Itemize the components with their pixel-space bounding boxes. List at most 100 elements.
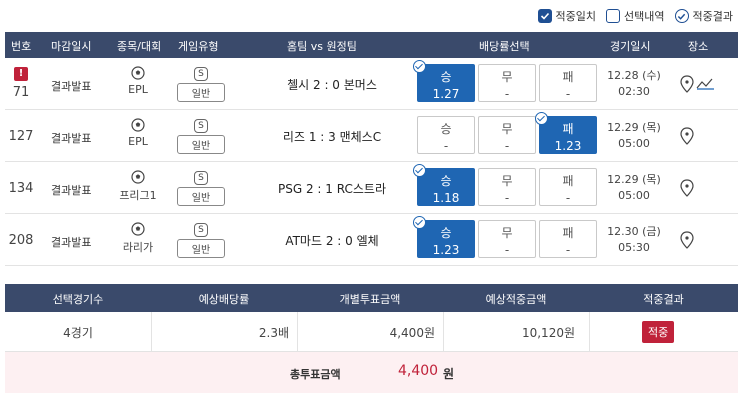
summary-header-bet: 개별투표금액: [339, 293, 401, 306]
match-datetime: 12.29 (목) 05:00: [601, 120, 667, 152]
total-bet-row: 총투표금액 4,400 원: [5, 352, 738, 393]
summary-header: 선택경기수 예상배당률 개별투표금액 예상적중금액 적중결과: [5, 284, 738, 312]
total-bet-amount: 4,400: [398, 363, 439, 379]
match-score: 리즈 1 : 3 맨체스C: [282, 130, 382, 144]
legend-hit-match[interactable]: 적중일치: [537, 8, 597, 24]
match-datetime: 12.30 (금) 05:30: [601, 224, 667, 256]
table-row: 134 결과발표 프리그1 S 일반 PSG 2 : 1 RC스트라 승 1.18…: [5, 162, 738, 214]
legend-label: 적중일치: [555, 10, 597, 23]
match-time: 05:30: [618, 241, 650, 254]
deadline-status: 결과발표: [51, 132, 92, 145]
header-game-type: 게임유형: [178, 40, 219, 53]
sport-league: 프리그1: [117, 170, 159, 203]
soccer-ball-icon: [131, 66, 145, 80]
checkbox-empty-icon[interactable]: [606, 9, 621, 23]
location-pin-icon[interactable]: [679, 178, 697, 198]
soccer-ball-icon: [131, 222, 145, 236]
table-row: 208 결과발표 라리가 S 일반 AT마드 2 : 0 엘체 승 1.23 무-…: [5, 214, 738, 266]
total-bet-unit: 원: [443, 367, 455, 381]
summary-count: 4경기: [63, 326, 93, 340]
header-place: 장소: [688, 40, 709, 53]
s-badge-icon: S: [194, 223, 208, 237]
summary-header-expected: 예상적중금액: [485, 293, 547, 306]
legend-selection[interactable]: 선택내역: [606, 8, 665, 24]
s-badge-icon: S: [194, 119, 208, 133]
place-cell: [679, 230, 697, 253]
game-type-badge: 일반: [177, 135, 225, 154]
alert-icon: !: [14, 67, 28, 81]
game-type-badge: 일반: [177, 83, 225, 102]
match-date: 12.30 (금): [607, 225, 661, 238]
odd-lose-button[interactable]: 패-: [539, 220, 597, 258]
game-type: S 일반: [177, 66, 225, 102]
odd-win-button[interactable]: 승 1.18: [413, 164, 475, 206]
soccer-ball-icon: [131, 118, 145, 132]
odd-win-button[interactable]: 승-: [417, 116, 475, 154]
summary-header-odds: 예상배당률: [198, 293, 250, 306]
checkbox-checked-icon[interactable]: [537, 9, 552, 23]
place-cell: [679, 126, 697, 149]
place-cell: [679, 74, 719, 97]
place-cell: [679, 178, 697, 201]
total-bet-label: 총투표금액: [290, 368, 341, 381]
game-type: S 일반: [177, 222, 225, 258]
header-odds: 배당률선택: [479, 40, 530, 53]
odd-draw-button[interactable]: 무-: [478, 116, 536, 154]
league-name: 프리그1: [119, 189, 157, 202]
league-name: 라리가: [122, 241, 154, 254]
summary-expected: 10,120원: [521, 326, 575, 340]
match-score: 첼시 2 : 0 본머스: [287, 78, 377, 92]
check-circle-icon: [413, 216, 426, 229]
soccer-ball-icon: [131, 170, 145, 184]
table-row: 127 결과발표 EPL S 일반 리즈 1 : 3 맨체스C 승- 무- 패1…: [5, 110, 738, 162]
legend-hit-result[interactable]: 적중결과: [674, 8, 733, 24]
deadline-status: 결과발표: [51, 80, 92, 93]
odd-lose-button[interactable]: 패-: [539, 64, 597, 102]
odd-lose-button[interactable]: 패 1.23: [535, 112, 597, 154]
check-circle-icon: [535, 112, 548, 125]
check-circle-icon: [413, 164, 426, 177]
summary-bet: 4,400원: [389, 326, 435, 340]
match-time: 05:00: [618, 137, 650, 150]
odd-draw-button[interactable]: 무-: [478, 168, 536, 206]
deadline-status: 결과발표: [51, 236, 92, 249]
odd-win-button[interactable]: 승 1.23: [413, 216, 475, 258]
check-circle-icon: [413, 60, 426, 73]
check-circle-icon[interactable]: [674, 9, 689, 23]
match-datetime: 12.28 (수) 02:30: [601, 68, 667, 100]
odd-draw-button[interactable]: 무-: [478, 64, 536, 102]
odd-win-button[interactable]: 승 1.27: [413, 60, 475, 102]
header-date: 경기일시: [610, 40, 651, 53]
header-no: 번호: [11, 40, 32, 53]
location-pin-icon[interactable]: [679, 230, 697, 250]
legend: 적중일치 선택내역 적중결과: [537, 8, 733, 24]
legend-label: 적중결과: [692, 10, 733, 23]
league-name: EPL: [128, 83, 148, 96]
header-teams: 홈팀 vs 원정팀: [287, 40, 357, 53]
header-sport: 종목/대회: [117, 40, 162, 53]
location-pin-icon[interactable]: [679, 126, 697, 146]
game-type: S 일반: [177, 118, 225, 154]
table-header: 번호 마감일시 종목/대회 게임유형 홈팀 vs 원정팀 배당률선택 경기일시 …: [5, 32, 738, 58]
game-type-badge: 일반: [177, 187, 225, 206]
location-pin-icon[interactable]: [679, 74, 719, 94]
game-type-badge: 일반: [177, 239, 225, 258]
league-name: EPL: [128, 135, 148, 148]
match-time: 02:30: [618, 85, 650, 98]
match-score: PSG 2 : 1 RC스트라: [278, 182, 386, 196]
s-badge-icon: S: [194, 67, 208, 81]
odd-lose-button[interactable]: 패-: [539, 168, 597, 206]
game-number: 71: [12, 85, 30, 100]
odd-draw-button[interactable]: 무-: [478, 220, 536, 258]
summary-row: 4경기 2.3배 4,400원 10,120원 적중: [5, 312, 738, 352]
sport-league: EPL: [117, 66, 159, 96]
match-date: 12.29 (목): [607, 173, 661, 186]
header-deadline: 마감일시: [51, 40, 92, 53]
deadline-status: 결과발표: [51, 184, 92, 197]
summary-odds: 2.3배: [258, 326, 289, 340]
summary-header-count: 선택경기수: [52, 293, 104, 306]
match-datetime: 12.29 (목) 05:00: [601, 172, 667, 204]
s-badge-icon: S: [194, 171, 208, 185]
game-number: 127: [8, 129, 34, 144]
match-date: 12.29 (목): [607, 121, 661, 134]
